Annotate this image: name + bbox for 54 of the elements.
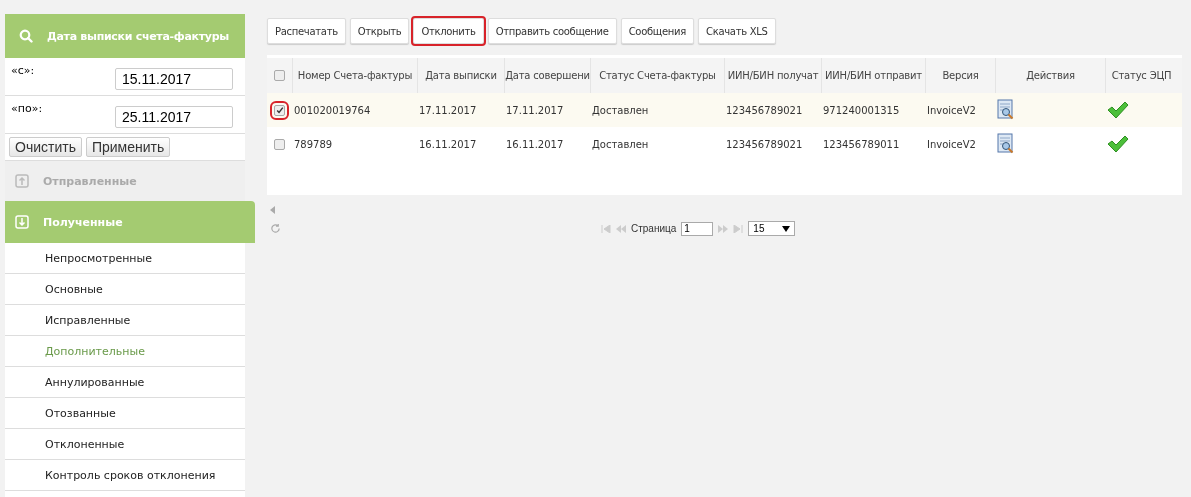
table-cell-text: Доставлен	[591, 104, 650, 116]
page-field[interactable]: 1	[681, 221, 714, 236]
date-field[interactable]: 15.11.2017	[115, 67, 233, 90]
filter-button[interactable]: Применить	[85, 137, 171, 157]
document-search-icon[interactable]	[997, 133, 1015, 155]
toolbar-button[interactable]: Отправить сообщение	[487, 18, 617, 44]
toolbar-button[interactable]: Открыть	[349, 18, 410, 44]
sidebar-item[interactable]: Отозванные	[5, 398, 245, 429]
toolbar-button[interactable]: Скачать XLS	[697, 18, 776, 44]
table-cell-text: 16.11.2017	[505, 138, 565, 150]
next-page-icon[interactable]	[718, 224, 729, 233]
table-cell-text: 17.11.2017	[505, 104, 565, 116]
sidebar-item[interactable]: Отклоненные	[5, 429, 245, 460]
download-icon	[15, 215, 29, 229]
first-page-icon[interactable]	[601, 224, 611, 233]
field-label: «по»:	[11, 102, 43, 115]
caret-icon	[782, 225, 791, 232]
previous-page-icon[interactable]	[616, 224, 626, 233]
table-cell-text: 789789	[293, 138, 334, 150]
sidebar-item[interactable]: Основные	[5, 274, 245, 305]
table-cell-text: InvoiceV2	[926, 138, 977, 150]
toolbar-button[interactable]: Сообщения	[620, 18, 694, 44]
toolbar-button[interactable]: Отклонить	[413, 18, 484, 44]
last-page-icon[interactable]	[733, 224, 744, 233]
sidebar-item[interactable]: Исправленные	[5, 305, 245, 336]
table-cell-text: 123456789021	[725, 104, 804, 116]
refresh-icon[interactable]	[270, 223, 281, 234]
table-cell-text: 123456789021	[725, 138, 804, 150]
table-cell-text: 001020019764	[293, 104, 372, 116]
table-cell-text: Доставлен	[591, 138, 650, 150]
sidebar-item[interactable]: Контроль сроков отклонения	[5, 460, 245, 491]
filter-title: Дата выписки счета-фактуры	[47, 29, 229, 43]
checkbox[interactable]	[274, 70, 285, 81]
checkbox[interactable]	[274, 138, 285, 150]
table-cell-text: InvoiceV2	[926, 104, 977, 116]
sidebar-item[interactable]: Аннулированные	[5, 367, 245, 398]
field-label: «с»:	[11, 64, 35, 77]
scroll-left-icon[interactable]	[270, 206, 276, 214]
table-cell-text: 17.11.2017	[418, 104, 478, 116]
table-cell-text: 971240001315	[822, 104, 901, 116]
page-size-select[interactable]: 15	[748, 221, 796, 236]
search-icon	[19, 29, 33, 43]
sidebar-item[interactable]: Непросмотренные	[5, 243, 245, 274]
filter-button[interactable]: Очистить	[9, 137, 82, 157]
date-field[interactable]: 25.11.2017	[115, 105, 233, 128]
table-cell-text: 123456789011	[822, 138, 901, 150]
sidebar-item[interactable]: Дополнительные	[5, 336, 245, 367]
page-label: Страница	[631, 223, 677, 234]
table-row[interactable]: 789789 16.11.2017 16.11.2017 Доставлен 123456789021 123456789011 InvoiceV2	[267, 127, 1182, 161]
upload-icon	[15, 174, 29, 188]
toolbar-button[interactable]: Распечатать	[267, 18, 346, 44]
table-cell-text: 16.11.2017	[418, 138, 478, 150]
table-row[interactable]: 001020019764 17.11.2017 17.11.2017 Доставлен 123456789021 971240001315 InvoiceV2	[267, 93, 1182, 127]
document-search-icon[interactable]	[997, 99, 1015, 121]
